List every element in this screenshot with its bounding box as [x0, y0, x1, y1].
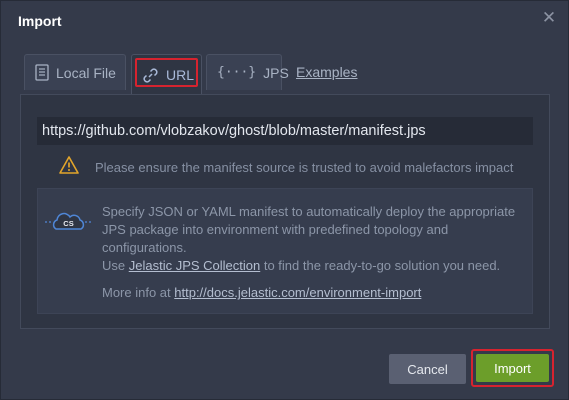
url-panel: Please ensure the manifest source is tru…: [20, 94, 550, 329]
docs-link[interactable]: http://docs.jelastic.com/environment-imp…: [174, 285, 421, 300]
warning-row: Please ensure the manifest source is tru…: [59, 155, 514, 179]
more-prefix: More info at: [102, 285, 175, 300]
highlight-box: [135, 58, 198, 87]
dialog-title: Import: [18, 13, 62, 29]
warning-icon: [59, 155, 79, 179]
tab-local-file[interactable]: Local File: [24, 54, 126, 90]
tab-jps[interactable]: {···} JPS: [206, 54, 289, 90]
close-icon[interactable]: ✕: [540, 9, 558, 27]
import-dialog: Import ✕ Local File URL {···} JPS Exampl…: [0, 0, 569, 400]
jps-collection-link[interactable]: Jelastic JPS Collection: [129, 258, 261, 273]
warning-text: Please ensure the manifest source is tru…: [95, 159, 514, 175]
cloud-cs-icon: CS: [44, 209, 94, 240]
cancel-button[interactable]: Cancel: [389, 354, 466, 384]
more-info: More info at http://docs.jelastic.com/en…: [102, 285, 421, 300]
examples-link[interactable]: Examples: [296, 64, 357, 80]
tab-label: JPS: [263, 64, 289, 81]
info-box: CS Specify JSON or YAML manifest to auto…: [37, 188, 533, 314]
import-button[interactable]: Import: [476, 354, 549, 382]
url-input[interactable]: [37, 117, 533, 145]
tab-url[interactable]: URL: [131, 54, 202, 95]
info-line1: Specify JSON or YAML manifest to automat…: [102, 204, 516, 255]
cs-icon-label: CS: [63, 219, 73, 228]
info-line2-suffix: to find the ready-to-go solution you nee…: [260, 258, 501, 273]
info-description: Specify JSON or YAML manifest to automat…: [102, 203, 527, 275]
info-line2-prefix: Use: [102, 258, 129, 273]
file-icon: [35, 64, 49, 81]
import-highlight: Import: [471, 349, 554, 387]
tab-label: Local File: [56, 64, 116, 81]
braces-icon: {···}: [217, 65, 257, 80]
